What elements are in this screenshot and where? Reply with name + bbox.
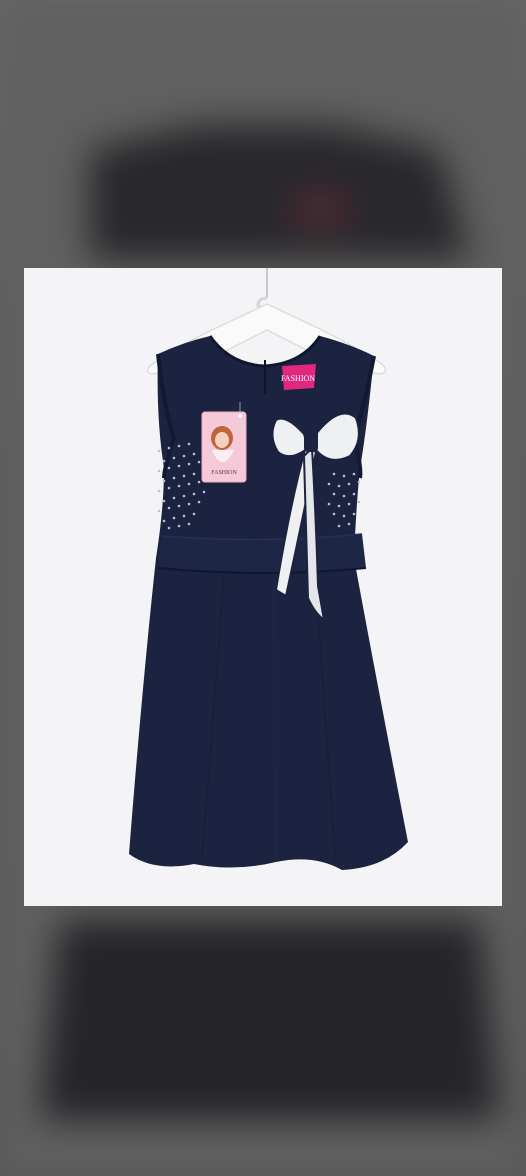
neck-label: FASHION <box>281 364 316 390</box>
neck-label-text: FASHION <box>281 374 315 383</box>
hang-tag: FASHION <box>201 402 247 483</box>
screen: FASHION FASHION <box>0 0 526 1176</box>
product-photo: FASHION FASHION <box>24 268 502 906</box>
hang-tag-text: FASHION <box>211 470 237 476</box>
